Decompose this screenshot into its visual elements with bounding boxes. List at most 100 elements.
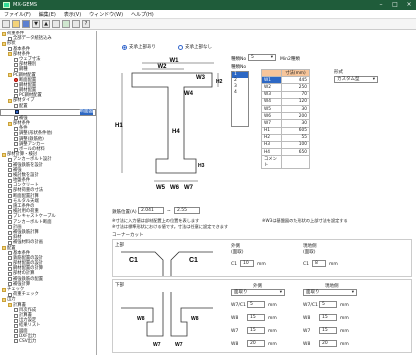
new-icon[interactable] <box>2 20 10 28</box>
save-icon[interactable] <box>22 20 30 28</box>
upper-corner-panel: 上部 C1 C1 外側 (面取) C1 10 mm 現地側 (面取) C1 8 … <box>112 239 412 277</box>
table-row[interactable]: W5 30 <box>261 104 310 114</box>
arrow-up-icon[interactable]: ▲ <box>42 20 50 28</box>
document-icon <box>8 251 12 256</box>
table-row[interactable]: W6 200 <box>261 112 310 121</box>
menu-edit[interactable]: 編集(E) <box>35 11 60 18</box>
lower-label-c: W7 <box>153 342 161 348</box>
menu-file[interactable]: ファイル(F) <box>0 11 35 18</box>
keijo-label: 形式 <box>334 70 343 75</box>
document-icon <box>8 240 12 245</box>
upper-c1-right: C1 <box>189 257 198 264</box>
lower-left-input[interactable]: 20 <box>247 340 265 347</box>
lower-left-input[interactable]: 15 <box>247 314 265 321</box>
dim-w4: W4 <box>184 91 194 97</box>
menu-help[interactable]: ヘルプ(H) <box>127 11 158 18</box>
lower-right-select[interactable]: 面取り ▾ <box>303 289 357 296</box>
table-cell-value[interactable]: 55 <box>281 133 310 142</box>
table-cell-key: H2 <box>261 133 282 142</box>
menu-window[interactable]: ウィンドウ(W) <box>85 11 127 18</box>
radio-with-bearing-label: 支承上部あり <box>129 45 156 50</box>
lower-right-unit: mm <box>340 316 349 321</box>
table-cell-value[interactable]: 650 <box>281 148 310 157</box>
document-icon <box>8 163 12 168</box>
type-list[interactable]: 1 2 3 4 <box>231 71 249 127</box>
lower-label-a: W8 <box>137 316 145 322</box>
calculate-icon[interactable] <box>62 20 70 28</box>
table-row[interactable]: H1 605 <box>261 126 310 135</box>
tree-item[interactable]: 断面図 <box>0 108 96 116</box>
lower-right-field-label: W7 <box>303 329 311 334</box>
shape-unit-label: Min2種類 <box>280 57 300 62</box>
angle-from-input[interactable]: 2.041 <box>138 207 164 214</box>
lower-left-field-label: W7/C1 <box>231 303 246 308</box>
upper-left-input[interactable]: 10 <box>240 260 254 267</box>
dim-h4: H4 <box>172 129 180 135</box>
table-cell-key: H4 <box>261 148 282 157</box>
keijo-value: カスタム型 <box>337 77 360 82</box>
lower-right-input[interactable]: 5 <box>319 301 337 308</box>
print-icon[interactable] <box>52 20 60 28</box>
chevron-down-icon: ▾ <box>270 55 273 60</box>
document-icon <box>14 308 18 313</box>
table-row[interactable]: コメント <box>261 155 310 170</box>
table-cell-key: W4 <box>261 97 282 106</box>
preview-icon[interactable] <box>72 20 80 28</box>
document-icon <box>8 199 12 204</box>
table-cell-value[interactable]: 100 <box>281 140 310 150</box>
angle-to-input[interactable]: 2.55 <box>174 207 200 214</box>
close-icon[interactable]: × <box>402 0 416 10</box>
table-cell-value[interactable]: 30 <box>281 104 310 114</box>
document-icon <box>14 57 18 62</box>
table-row[interactable]: W1 445 <box>261 76 310 85</box>
table-cell-value[interactable]: 120 <box>281 97 310 106</box>
upper-left-sub: (面取) <box>231 250 244 255</box>
table-row[interactable]: W3 70 <box>261 90 310 99</box>
document-icon <box>8 189 12 194</box>
shape-no-select[interactable]: 5 ▾ <box>248 54 276 61</box>
lower-right-select-value: 面取り <box>306 290 320 295</box>
table-cell-value[interactable]: 200 <box>281 112 310 121</box>
document-icon <box>8 209 12 214</box>
table-row[interactable]: H3 100 <box>261 140 310 150</box>
table-row[interactable]: W4 120 <box>261 97 310 106</box>
minimize-icon[interactable]: – <box>374 0 388 10</box>
table-cell-value[interactable]: 250 <box>281 83 310 92</box>
lower-right-input[interactable]: 15 <box>319 327 337 334</box>
table-cell-value[interactable]: 445 <box>281 76 310 85</box>
table-row[interactable]: W2 250 <box>261 83 310 92</box>
maximize-icon[interactable]: □ <box>388 0 402 10</box>
lower-right-input[interactable]: 15 <box>319 314 337 321</box>
upper-right-input[interactable]: 8 <box>312 260 326 267</box>
tree-item[interactable]: CSV出力 <box>0 339 96 344</box>
table-cell-value[interactable]: 30 <box>281 119 310 128</box>
lower-left-select[interactable]: 面取り ▾ <box>231 289 285 296</box>
lower-left-input[interactable]: 5 <box>247 301 265 308</box>
document-icon <box>14 313 18 318</box>
table-cell-value[interactable] <box>281 155 310 170</box>
lower-right-input[interactable]: 20 <box>319 340 337 347</box>
arrow-down-icon[interactable]: ▼ <box>32 20 40 28</box>
open-icon[interactable] <box>12 20 20 28</box>
folder-icon <box>8 99 12 104</box>
table-row[interactable]: H4 650 <box>261 148 310 157</box>
lower-left-input[interactable]: 15 <box>247 327 265 334</box>
chevron-down-icon: ▾ <box>372 77 375 82</box>
radio-off-icon <box>178 44 183 50</box>
table-cell-key: H1 <box>261 126 282 135</box>
table-header-cell <box>261 68 282 78</box>
help-icon[interactable]: ? <box>82 20 90 28</box>
document-icon <box>14 318 18 323</box>
menu-bar: ファイル(F) 編集(E) 表示(V) ウィンドウ(W) ヘルプ(H) <box>0 10 416 19</box>
table-row[interactable]: H2 55 <box>261 133 310 142</box>
radio-without-bearing[interactable]: 支承上部なし <box>178 44 212 50</box>
table-cell-value[interactable]: 70 <box>281 90 310 99</box>
table-cell-value[interactable]: 605 <box>281 126 310 135</box>
type-list-item[interactable]: 4 <box>232 90 248 96</box>
keijo-select[interactable]: カスタム型 ▾ <box>334 76 378 83</box>
menu-view[interactable]: 表示(V) <box>60 11 85 18</box>
lower-right-unit: mm <box>340 329 349 334</box>
table-row[interactable]: W7 30 <box>261 119 310 128</box>
lower-label-d: W7 <box>175 342 183 348</box>
radio-with-bearing[interactable]: 支承上部あり <box>122 44 156 50</box>
